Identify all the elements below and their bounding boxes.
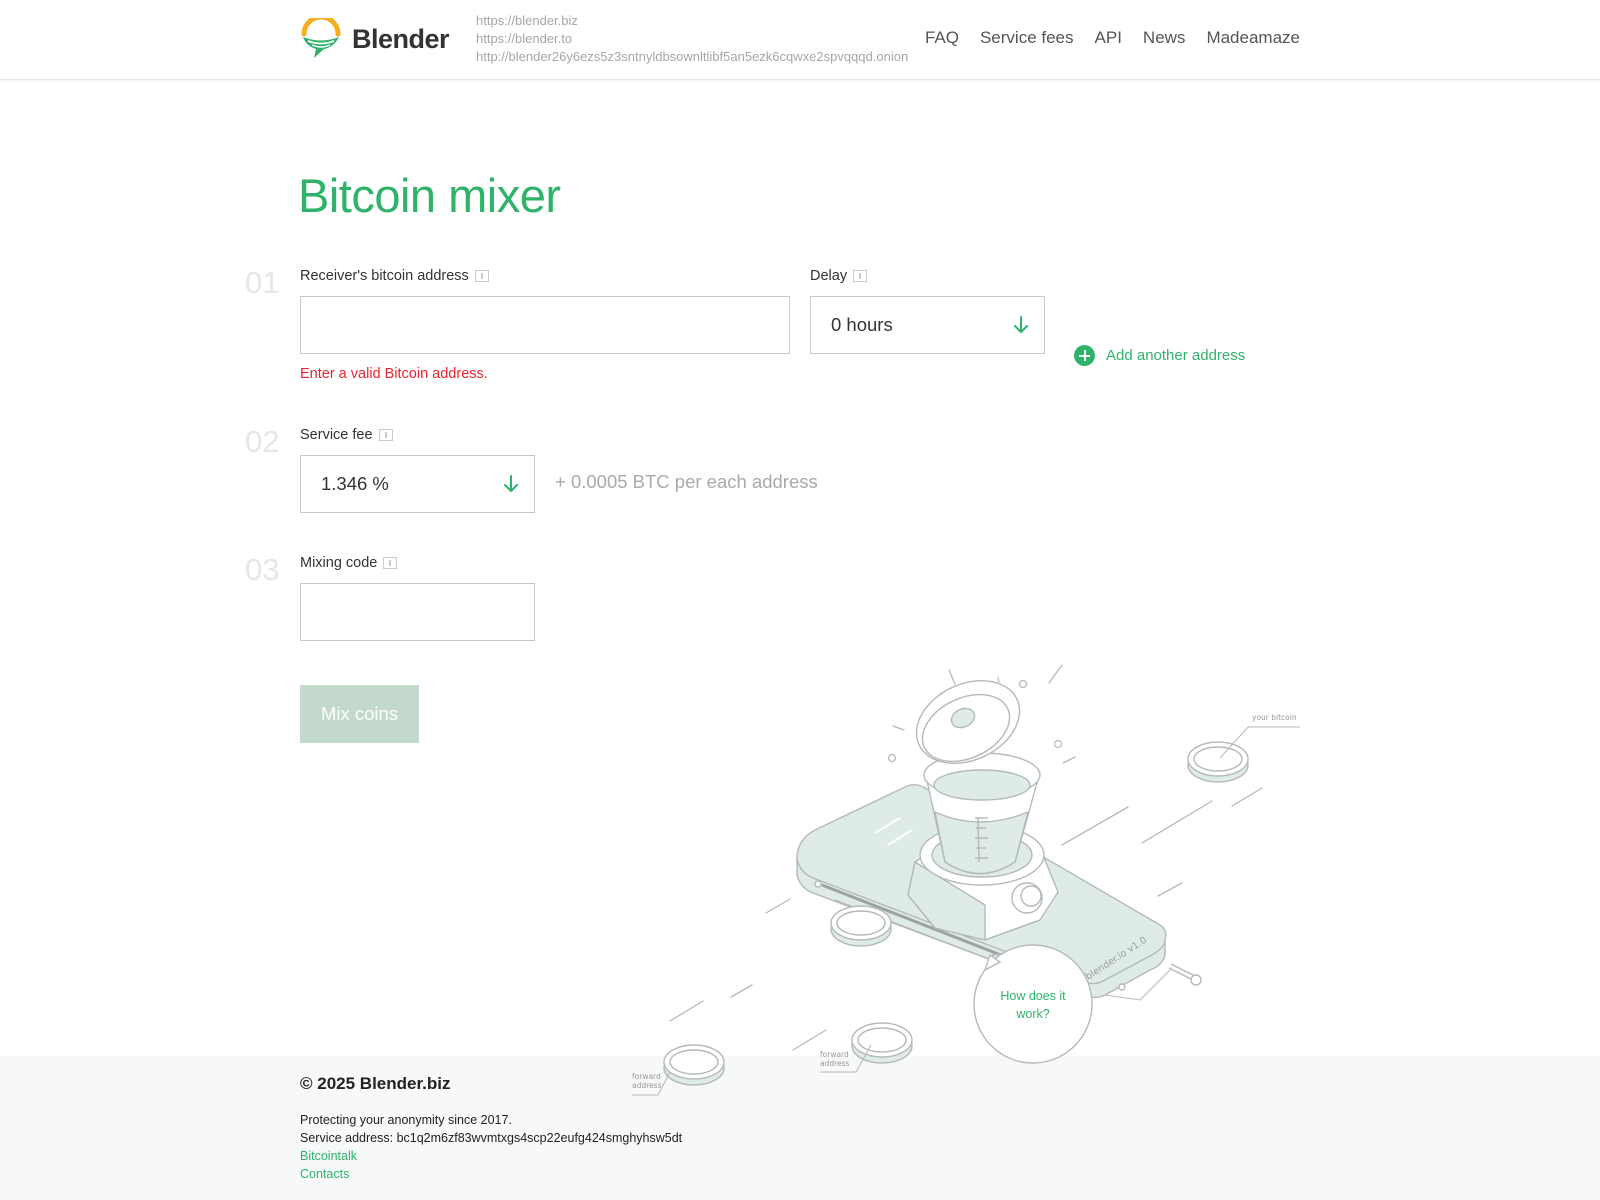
- mixing-code-label-text: Mixing code: [300, 555, 378, 571]
- service-fee-label-text: Service fee: [300, 427, 373, 443]
- info-icon[interactable]: [474, 270, 489, 282]
- mixing-code-input[interactable]: [300, 583, 535, 641]
- footer-link-bitcointalk[interactable]: Bitcointalk: [300, 1149, 357, 1163]
- main-nav: FAQ Service fees API News Madeamaze: [925, 28, 1300, 48]
- add-another-address-label: Add another address: [1106, 347, 1246, 364]
- forward-label-line-2: address: [820, 1059, 850, 1068]
- forward-label-line-1: forward: [632, 1072, 661, 1081]
- info-icon[interactable]: [378, 429, 393, 441]
- mixing-code-label: Mixing code: [300, 555, 398, 571]
- service-fee-select[interactable]: 1.346 %: [300, 455, 535, 513]
- device-label: blender.io v1.0: [1084, 935, 1149, 983]
- step-number-1: 01: [245, 265, 280, 300]
- receiver-address-error: Enter a valid Bitcoin address.: [300, 366, 488, 382]
- mirror-links: https://blender.biz https://blender.to h…: [476, 12, 908, 66]
- delay-label-text: Delay: [810, 268, 848, 284]
- arrow-down-icon: [1014, 316, 1028, 333]
- delay-select[interactable]: 0 hours: [810, 296, 1045, 354]
- forward-label-line-1: forward: [820, 1050, 849, 1059]
- service-fee-label: Service fee: [300, 427, 393, 443]
- forward-label-line-2: address: [632, 1081, 662, 1090]
- blender-illustration: blender.io v1.0: [632, 664, 1300, 1096]
- footer-copyright: © 2025 Blender.biz: [300, 1074, 451, 1093]
- info-icon[interactable]: [853, 270, 868, 282]
- receiver-address-input[interactable]: [300, 296, 790, 354]
- service-fee-note: + 0.0005 BTC per each address: [555, 471, 818, 492]
- site-footer: [0, 1056, 1600, 1200]
- nav-madeamaze[interactable]: Madeamaze: [1206, 28, 1300, 48]
- receiver-address-label-text: Receiver's bitcoin address: [300, 268, 469, 284]
- receiver-address-label: Receiver's bitcoin address: [300, 268, 489, 284]
- step-number-3: 03: [245, 552, 280, 587]
- step-number-2: 02: [245, 424, 280, 459]
- delay-label: Delay: [810, 268, 868, 284]
- forward-address-label-2: forward address: [820, 1050, 849, 1068]
- mirror-link-onion[interactable]: http://blender26y6ezs5z3sntnyldbsownltli…: [476, 48, 908, 66]
- nav-service-fees[interactable]: Service fees: [980, 28, 1074, 48]
- plus-circle-icon: [1074, 345, 1095, 366]
- brand-logo[interactable]: Blender: [300, 18, 450, 60]
- mirror-link-to[interactable]: https://blender.to: [476, 30, 908, 48]
- delay-select-value: 0 hours: [831, 314, 893, 335]
- nav-api[interactable]: API: [1095, 28, 1122, 48]
- speech-line-2: work?: [1016, 1007, 1050, 1021]
- how-does-it-work-link[interactable]: How does it work?: [973, 950, 1093, 1060]
- forward-address-label-1: forward address: [632, 1072, 661, 1090]
- mix-coins-button[interactable]: Mix coins: [300, 685, 419, 743]
- info-icon[interactable]: [383, 557, 398, 569]
- footer-link-contacts[interactable]: Contacts: [300, 1167, 349, 1181]
- arrow-down-icon: [504, 475, 518, 492]
- blender-logo-icon: [301, 18, 341, 58]
- nav-news[interactable]: News: [1143, 28, 1186, 48]
- speech-line-1: How does it: [1000, 989, 1066, 1003]
- brand-name: Blender: [352, 23, 450, 54]
- footer-tagline: Protecting your anonymity since 2017.: [300, 1113, 512, 1127]
- site-header: Blender https://blender.biz https://blen…: [0, 0, 1600, 80]
- your-bitcoin-label: your bitcoin: [1252, 713, 1297, 722]
- add-another-address-button[interactable]: Add another address: [1074, 345, 1245, 366]
- nav-faq[interactable]: FAQ: [925, 28, 959, 48]
- mirror-link-biz[interactable]: https://blender.biz: [476, 12, 908, 30]
- service-fee-select-value: 1.346 %: [321, 473, 389, 494]
- footer-service-address: Service address: bc1q2m6zf83wvmtxgs4scp2…: [300, 1131, 683, 1145]
- page-title: Bitcoin mixer: [298, 169, 561, 222]
